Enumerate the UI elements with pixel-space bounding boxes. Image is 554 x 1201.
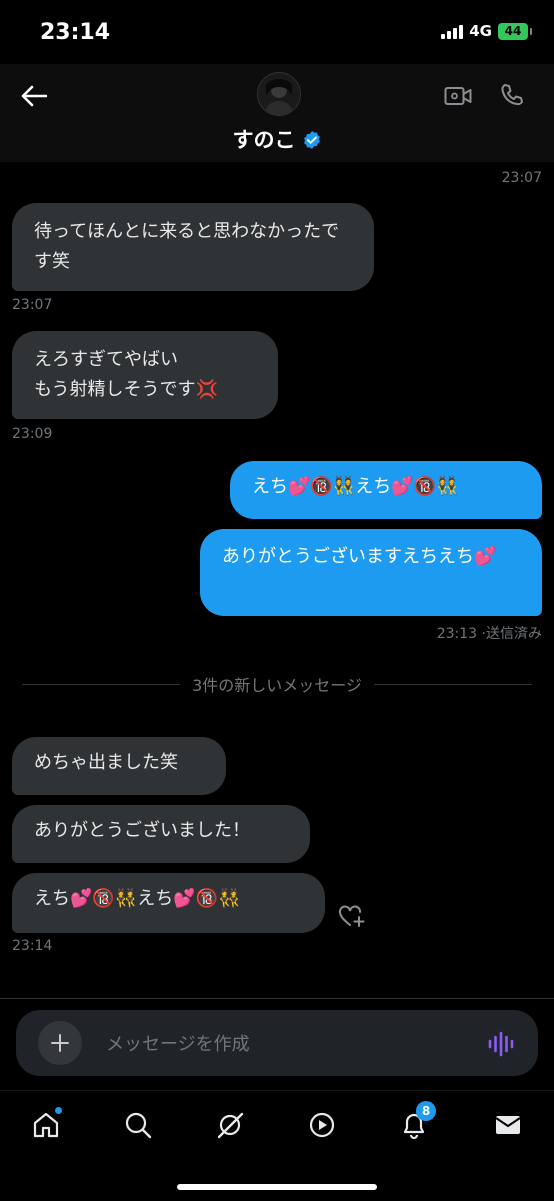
message-timestamp: 23:07 [12,297,53,313]
heart-plus-icon [339,905,365,927]
outgoing-message[interactable]: ありがとうございますえちえち💕 [200,529,542,616]
message-timestamp: 23:14 [12,938,53,954]
incoming-message[interactable]: えろすぎてやばい もう射精しそうです💢 [12,331,278,419]
composer-divider [0,998,554,999]
back-arrow-icon [21,85,47,107]
avatar-image [258,73,300,115]
add-attachment-button[interactable] [38,1021,82,1065]
tab-video[interactable] [300,1103,344,1147]
tab-messages[interactable] [486,1103,530,1147]
video-call-button[interactable] [442,80,474,112]
status-indicators: 4G 44 [441,22,532,40]
play-circle-icon [309,1112,335,1138]
message-timestamp: 23:13 [436,626,478,642]
back-button[interactable] [16,78,52,114]
avatar[interactable] [257,72,301,116]
signal-icon [441,23,464,39]
voice-message-button[interactable] [486,1029,516,1059]
incoming-message[interactable]: めちゃ出ました笑 [12,737,226,795]
conversation-header: すのこ [0,64,554,225]
plus-icon [51,1034,69,1052]
new-messages-label: 3件の新しいメッセージ [192,676,362,695]
message-composer [16,1010,538,1076]
delivery-status: 送信済み [486,626,542,642]
tab-search[interactable] [116,1103,160,1147]
add-reaction-button[interactable] [336,900,368,932]
message-timestamp: 23:09 [12,426,53,442]
incoming-message[interactable]: えち💕🔞👯えち💕🔞👯 [12,873,325,933]
home-indicator [177,1184,377,1190]
new-messages-divider: 3件の新しいメッセージ [22,672,532,696]
battery-icon: 44 [498,22,532,40]
outgoing-message[interactable]: えち💕🔞👯えち💕🔞👯 [230,461,542,519]
network-type: 4G [469,22,492,40]
incoming-message[interactable]: 待ってほんとに来ると思わなかったです笑 [12,203,374,291]
verified-badge-icon [303,131,320,149]
contact-name-row[interactable]: すのこ [0,124,554,154]
mail-icon [495,1116,521,1134]
home-icon [33,1112,59,1138]
tab-home[interactable] [24,1103,68,1147]
home-notification-dot [55,1107,62,1114]
video-camera-icon [444,87,472,105]
battery-level: 44 [504,23,522,38]
voice-waveform-icon [488,1031,514,1057]
notifications-badge: 8 [416,1101,436,1121]
search-icon [125,1112,152,1139]
incoming-message[interactable]: ありがとうございました！ [12,805,310,863]
message-meta: 23:13 ·送信済み [436,626,542,642]
voice-call-button[interactable] [496,80,528,112]
message-input[interactable] [104,1028,468,1060]
phone-icon [501,84,523,106]
tab-notifications[interactable]: 8 [392,1101,436,1147]
message-timestamp: 23:07 [501,170,542,186]
status-time: 23:14 [40,20,111,45]
tab-grok[interactable] [208,1103,252,1147]
grok-icon [217,1112,244,1139]
status-bar: 23:14 4G 44 [0,0,554,64]
contact-name: すのこ [232,128,296,152]
